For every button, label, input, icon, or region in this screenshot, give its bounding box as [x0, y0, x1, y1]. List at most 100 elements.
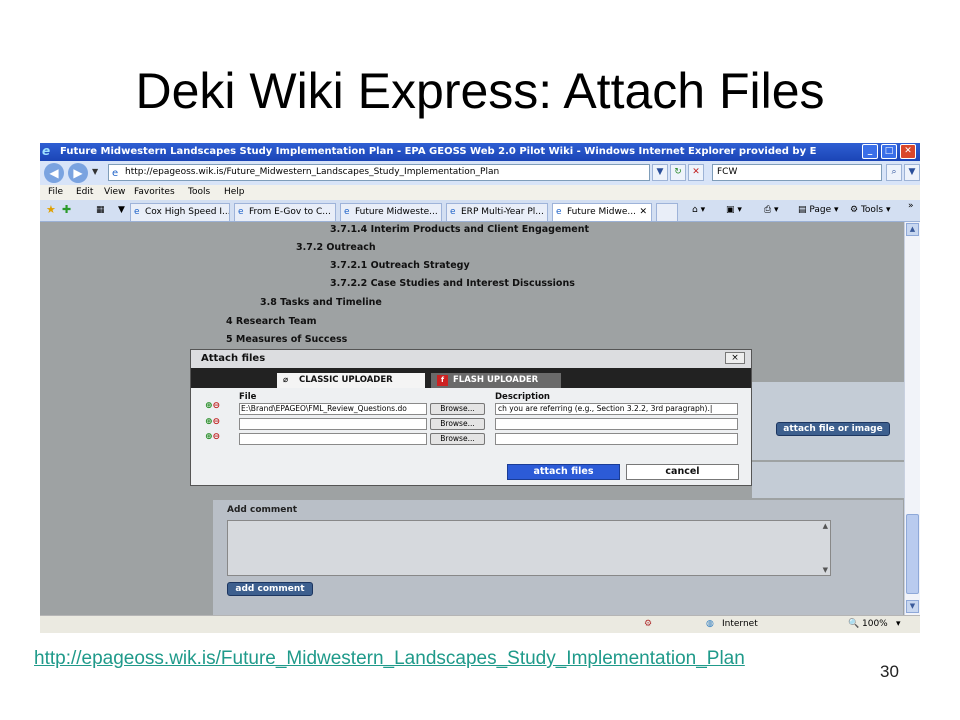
address-dropdown-button[interactable]: ▼: [652, 164, 668, 181]
menu-view[interactable]: View: [104, 187, 125, 197]
slide-title: Deki Wiki Express: Attach Files: [135, 63, 825, 119]
quick-tabs-icon[interactable]: ▦: [96, 205, 105, 215]
tab-label: From E-Gov to C...: [249, 207, 331, 217]
favorites-star-icon[interactable]: ★: [46, 203, 56, 216]
file-path-field[interactable]: [239, 418, 427, 430]
row-controls: ⊕⊖: [205, 432, 229, 442]
search-icon[interactable]: ⌕: [886, 164, 902, 181]
stop-icon[interactable]: ✕: [688, 164, 704, 181]
tab-future-midwe-active[interactable]: e Future Midwe... ✕: [552, 203, 652, 221]
search-options-button[interactable]: ▼: [904, 164, 920, 181]
attach-file-or-image-button[interactable]: attach file or image: [776, 422, 890, 436]
description-field[interactable]: [495, 418, 738, 430]
tab-from-egov[interactable]: e From E-Gov to C...: [234, 203, 336, 221]
search-input[interactable]: FCW: [712, 164, 882, 181]
browse-button[interactable]: Browse...: [430, 433, 485, 445]
tab-erp-multi-year[interactable]: e ERP Multi-Year Pl...: [446, 203, 548, 221]
maximize-button[interactable]: □: [881, 144, 897, 159]
description-field[interactable]: [495, 433, 738, 445]
tab-classic-label: CLASSIC UPLOADER: [299, 375, 393, 385]
browse-button[interactable]: Browse...: [430, 418, 485, 430]
menu-edit[interactable]: Edit: [76, 187, 93, 197]
home-icon[interactable]: ⌂ ▾: [692, 205, 705, 215]
toc-item[interactable]: 3.8 Tasks and Timeline: [260, 297, 382, 308]
toc-item[interactable]: 3.7.1.4 Interim Products and Client Enga…: [330, 224, 589, 235]
scroll-up-icon[interactable]: ▲: [906, 223, 919, 236]
remove-row-icon[interactable]: ⊖: [213, 432, 221, 442]
add-row-icon[interactable]: ⊕: [205, 432, 213, 442]
zoom-icon[interactable]: 🔍: [848, 619, 859, 629]
description-field[interactable]: ch you are referring (e.g., Section 3.2.…: [495, 403, 738, 415]
scroll-down-icon[interactable]: ▼: [906, 600, 919, 613]
minimize-button[interactable]: _: [862, 144, 878, 159]
tab-future-midwestern[interactable]: e Future Midweste...: [340, 203, 442, 221]
comment-textarea[interactable]: ▲ ▼: [227, 520, 831, 576]
tab-flash-uploader[interactable]: f FLASH UPLOADER: [431, 373, 561, 388]
description-column-header: Description: [495, 392, 550, 402]
add-comment-button[interactable]: add comment: [227, 582, 313, 596]
tab-label: Future Midwe...: [567, 207, 636, 217]
file-path-field[interactable]: E:\Brand\EPAGEO\FML_Review_Questions.do: [239, 403, 427, 415]
file-path-field[interactable]: [239, 433, 427, 445]
feeds-icon[interactable]: ▣ ▾: [726, 205, 742, 215]
browse-button[interactable]: Browse...: [430, 403, 485, 415]
menu-file[interactable]: File: [48, 187, 63, 197]
tools-menu[interactable]: ⚙ Tools ▾: [850, 205, 891, 215]
toc-item[interactable]: 4 Research Team: [226, 316, 317, 327]
back-button[interactable]: ◀: [44, 163, 64, 183]
tab-page-icon: e: [238, 207, 244, 217]
toc-item[interactable]: 3.7.2.1 Outreach Strategy: [330, 260, 470, 271]
internet-globe-icon: ◍: [706, 619, 714, 629]
tab-flash-label: FLASH UPLOADER: [453, 375, 539, 385]
comment-panel: Add comment ▲ ▼ add comment: [213, 500, 903, 616]
textarea-scroll-up-icon[interactable]: ▲: [823, 522, 828, 530]
menu-tools[interactable]: Tools: [188, 187, 210, 197]
toc-item[interactable]: 3.7.2.2 Case Studies and Interest Discus…: [330, 278, 575, 289]
page-scrollbar[interactable]: ▲ ▼: [904, 222, 920, 615]
page-menu-label: Page: [809, 205, 832, 215]
close-tab-icon[interactable]: ✕: [639, 204, 647, 220]
textarea-scroll-down-icon[interactable]: ▼: [823, 566, 828, 574]
add-comment-heading: Add comment: [227, 505, 298, 515]
page-menu-icon: ▤: [798, 205, 810, 215]
cancel-button[interactable]: cancel: [626, 464, 739, 480]
menu-help[interactable]: Help: [224, 187, 245, 197]
remove-row-icon[interactable]: ⊖: [213, 417, 221, 427]
tab-page-icon: e: [344, 207, 350, 217]
new-tab-button[interactable]: [656, 203, 678, 221]
uploader-tabs: ⌀ CLASSIC UPLOADER f FLASH UPLOADER: [191, 368, 751, 388]
address-text: http://epageoss.wik.is/Future_Midwestern…: [125, 167, 500, 177]
menu-favorites[interactable]: Favorites: [134, 187, 175, 197]
tab-label: Future Midweste...: [355, 207, 438, 217]
address-input[interactable]: e http://epageoss.wik.is/Future_Midweste…: [108, 164, 650, 181]
toc-item[interactable]: 5 Measures of Success: [226, 334, 347, 345]
tools-gear-icon: ⚙: [850, 205, 861, 215]
ie-logo-icon: e: [42, 144, 51, 158]
scrollbar-thumb[interactable]: [906, 514, 919, 594]
paperclip-icon: ⌀: [283, 375, 289, 385]
print-icon[interactable]: ⎙ ▾: [764, 205, 779, 215]
row-controls: ⊕⊖: [205, 401, 229, 411]
zoom-dropdown-icon[interactable]: ▾: [896, 619, 901, 629]
tab-list-dropdown-icon[interactable]: ▼: [118, 205, 125, 215]
tab-classic-uploader[interactable]: ⌀ CLASSIC UPLOADER: [277, 373, 425, 388]
add-favorite-icon[interactable]: ✚: [62, 203, 71, 216]
row-controls: ⊕⊖: [205, 417, 229, 427]
forward-button[interactable]: ▶: [68, 163, 88, 183]
dialog-close-button[interactable]: ×: [725, 352, 745, 364]
zoom-level[interactable]: 100%: [862, 619, 888, 629]
refresh-icon[interactable]: ↻: [670, 164, 686, 181]
history-dropdown-icon[interactable]: ▼: [92, 167, 98, 176]
add-row-icon[interactable]: ⊕: [205, 417, 213, 427]
tab-label: Cox High Speed I...: [145, 207, 230, 217]
toc-item[interactable]: 3.7.2 Outreach: [296, 242, 376, 253]
page-menu[interactable]: ▤ Page ▾: [798, 205, 839, 215]
footer-link[interactable]: http://epageoss.wik.is/Future_Midwestern…: [34, 648, 745, 670]
close-window-button[interactable]: ✕: [900, 144, 916, 159]
remove-row-icon[interactable]: ⊖: [213, 401, 221, 411]
attach-files-button[interactable]: attach files: [507, 464, 620, 480]
add-row-icon[interactable]: ⊕: [205, 401, 213, 411]
toolbar-overflow-icon[interactable]: »: [908, 201, 914, 211]
tab-cox-high-speed[interactable]: e Cox High Speed I...: [130, 203, 230, 221]
tab-label: ERP Multi-Year Pl...: [461, 207, 544, 217]
